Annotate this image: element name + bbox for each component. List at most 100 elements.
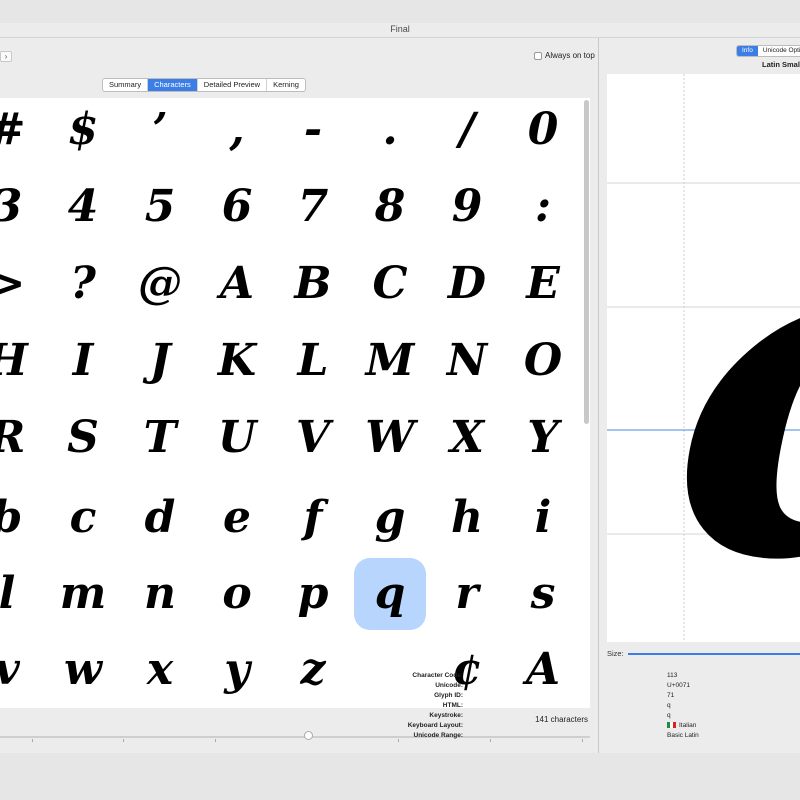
glyph-cell[interactable]: 5 [124, 171, 196, 243]
glyph-cell[interactable]: v [0, 634, 43, 706]
glyph-cell[interactable]: f [277, 482, 349, 554]
glyph-cell[interactable]: : [507, 171, 579, 243]
info-value-wrap: 113 [667, 672, 677, 679]
glyph-cell[interactable]: # [0, 98, 43, 166]
character-grid: #$’,-./03456789:>?@ABCDEHIJKLMNORSTUVWXY… [0, 98, 590, 708]
always-on-top-label: Always on top [545, 51, 595, 60]
glyph-cell[interactable]: I [47, 325, 119, 397]
glyph-cell[interactable]: p [277, 558, 349, 630]
glyph-cell[interactable]: l [0, 558, 43, 630]
glyph-cell[interactable]: T [124, 402, 196, 474]
glyph-cell[interactable]: V [277, 402, 349, 474]
tab-kerning[interactable]: Kerning [267, 79, 305, 91]
glyph-cell[interactable]: q [354, 558, 426, 630]
glyph-cell[interactable]: , [201, 98, 273, 166]
glyph-cell[interactable]: @ [124, 248, 196, 320]
size-label: Size: [607, 649, 624, 658]
title-bar: Final [0, 23, 800, 38]
glyph-cell[interactable]: ? [47, 248, 119, 320]
info-key: HTML: [442, 702, 463, 709]
glyph-cell[interactable]: 4 [47, 171, 119, 243]
glyph-cell[interactable]: B [277, 248, 349, 320]
slider-knob[interactable] [304, 731, 313, 740]
glyph-cell[interactable]: w [47, 634, 119, 706]
glyph-cell[interactable]: M [354, 325, 426, 397]
glyph-cell[interactable]: D [431, 248, 503, 320]
glyph-cell[interactable]: z [277, 634, 349, 706]
glyph-cell[interactable]: / [431, 98, 503, 166]
glyph-cell[interactable]: b [0, 482, 43, 554]
glyph-cell[interactable]: K [201, 325, 273, 397]
glyph-cell[interactable]: . [354, 98, 426, 166]
glyph-cell[interactable]: ’ [124, 98, 196, 166]
glyph-cell[interactable]: 6 [201, 171, 273, 243]
glyph-cell[interactable]: 0 [507, 98, 579, 166]
glyph-cell[interactable]: x [124, 634, 196, 706]
glyph-cell[interactable]: - [277, 98, 349, 166]
tab-characters[interactable]: Characters [148, 79, 198, 91]
glyph-cell[interactable]: Y [507, 402, 579, 474]
glyph-cell[interactable]: y [201, 634, 273, 706]
glyph-cell[interactable]: U [201, 402, 273, 474]
glyph-cell[interactable]: H [0, 325, 43, 397]
always-on-top-checkbox[interactable] [534, 51, 542, 60]
glyph-cell[interactable]: 7 [277, 171, 349, 243]
glyph-cell[interactable]: r [431, 558, 503, 630]
grid-scrollbar[interactable] [584, 100, 589, 424]
info-value-wrap: U+0071 [667, 682, 690, 689]
glyph-cell[interactable]: o [201, 558, 273, 630]
info-key: Unicode Range: [413, 732, 463, 739]
glyph-cell[interactable]: X [431, 402, 503, 474]
info-tabs: Info Unicode Opti [736, 45, 800, 57]
glyph-cell[interactable]: A [201, 248, 273, 320]
glyph-cell[interactable]: J [124, 325, 196, 397]
glyph-cell[interactable]: s [507, 558, 579, 630]
info-value: 113 [667, 672, 678, 679]
glyph-cell[interactable]: R [0, 402, 43, 474]
glyph-cell[interactable]: m [47, 558, 119, 630]
glyph-cell[interactable]: A [507, 634, 579, 706]
info-value: 71 [667, 692, 675, 699]
view-segmented-control: Summary Characters Detailed Preview Kern… [102, 78, 306, 92]
info-key: Unicode: [435, 682, 463, 689]
tab-detailed-preview[interactable]: Detailed Preview [198, 79, 268, 91]
glyph-cell[interactable]: O [507, 325, 579, 397]
glyph-cell[interactable]: S [47, 402, 119, 474]
glyph-preview: q [607, 74, 800, 642]
tab-unicode-options[interactable]: Unicode Opti [758, 46, 800, 56]
info-value-wrap: Italian [667, 722, 696, 729]
info-value-wrap: 71 [667, 692, 674, 699]
forward-button[interactable]: › [0, 51, 12, 62]
glyph-cell[interactable]: 9 [431, 171, 503, 243]
grid-size-slider[interactable] [0, 736, 590, 738]
glyph-cell[interactable]: 3 [0, 171, 43, 243]
glyph-cell[interactable]: C [354, 248, 426, 320]
glyph-cell[interactable]: N [431, 325, 503, 397]
preview-guides: q [607, 74, 800, 642]
glyph-name: Latin Small [762, 60, 800, 69]
glyph-cell[interactable]: i [507, 482, 579, 554]
size-slider[interactable] [628, 653, 800, 655]
glyph-cell[interactable]: h [431, 482, 503, 554]
preview-glyph: q [665, 111, 800, 642]
info-value: Italian [679, 722, 697, 729]
glyph-cell[interactable]: E [507, 248, 579, 320]
info-key: Keystroke: [429, 712, 463, 719]
glyph-cell[interactable]: c [47, 482, 119, 554]
slider-tick [398, 739, 399, 742]
glyph-cell[interactable]: $ [47, 98, 119, 166]
info-value: q [667, 702, 671, 709]
glyph-cell[interactable]: d [124, 482, 196, 554]
glyph-cell[interactable]: > [0, 248, 43, 320]
status-bar: 141 characters [0, 711, 598, 751]
glyph-cell[interactable]: g [354, 482, 426, 554]
glyph-cell[interactable]: 8 [354, 171, 426, 243]
tab-info[interactable]: Info [737, 46, 758, 56]
glyph-cell[interactable]: e [201, 482, 273, 554]
glyph-cell[interactable]: W [354, 402, 426, 474]
glyph-cell[interactable]: L [277, 325, 349, 397]
info-value-wrap: q [667, 712, 671, 719]
tab-summary[interactable]: Summary [103, 79, 149, 91]
glyph-cell[interactable]: n [124, 558, 196, 630]
always-on-top-toggle[interactable]: Always on top [534, 51, 595, 60]
